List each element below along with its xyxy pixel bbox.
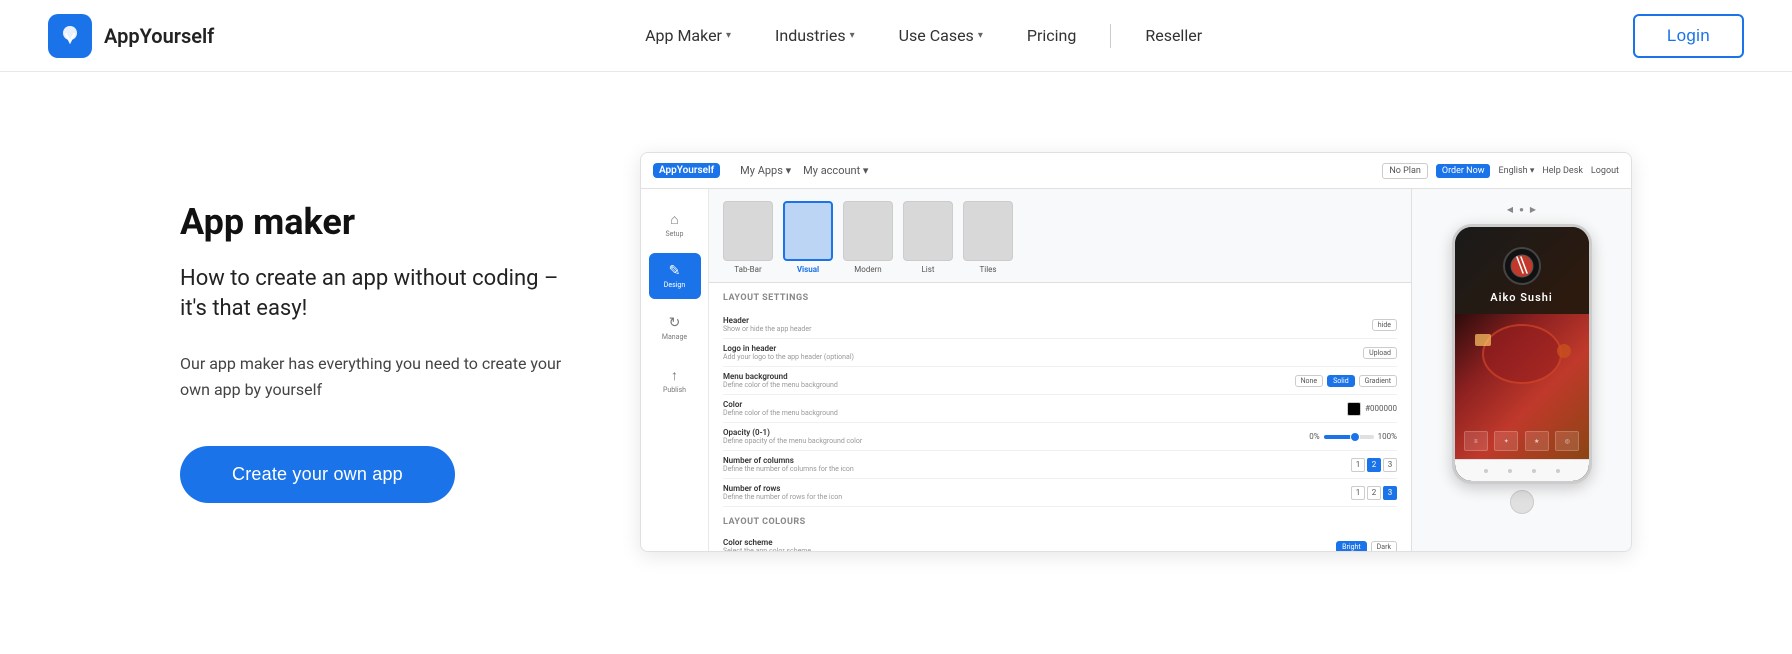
- app-screenshot: AppYourself My Apps ▾ My account ▾ No Pl…: [640, 152, 1632, 552]
- hero-image: AppYourself My Apps ▾ My account ▾ No Pl…: [640, 142, 1632, 562]
- hero-description: Our app maker has everything you need to…: [180, 351, 580, 402]
- cta-button[interactable]: Create your own app: [180, 446, 455, 503]
- sc-themes: Tab-Bar Visual Modern List: [709, 189, 1411, 283]
- header: AppYourself App Maker ▾ Industries ▾ Use…: [0, 0, 1792, 72]
- sc-phone-area: ◀ ● ▶: [1411, 189, 1631, 552]
- brand-name: AppYourself: [104, 24, 214, 48]
- sc-theme-visual: Visual: [783, 201, 833, 274]
- login-button[interactable]: Login: [1633, 14, 1744, 58]
- nav-item-pricing[interactable]: Pricing: [1009, 18, 1095, 53]
- sc-phone-controls: ◀ ● ▶: [1507, 205, 1536, 214]
- sc-setting-opacity: Opacity (0-1) Define opacity of the menu…: [723, 423, 1397, 451]
- sc-setting-header: Header Show or hide the app header hide: [723, 311, 1397, 339]
- nav-item-industries[interactable]: Industries ▾: [757, 18, 873, 53]
- screenshot-center: Tab-Bar Visual Modern List: [709, 189, 1411, 552]
- sc-sidebar-setup: ⌂ Setup: [649, 201, 701, 247]
- screenshot-main: ⌂ Setup ✎ Design ↻ Manage ↑ Publish: [641, 189, 1631, 552]
- sc-setting-menu-bg: Menu background Define color of the menu…: [723, 367, 1397, 395]
- hero-section: App maker How to create an app without c…: [0, 72, 1792, 632]
- chevron-down-icon: ▾: [978, 30, 983, 41]
- phone-logo-area: Aiko Sushi: [1455, 227, 1589, 304]
- nav-divider: [1110, 24, 1111, 48]
- main-nav: App Maker ▾ Industries ▾ Use Cases ▾ Pri…: [214, 18, 1633, 53]
- phone-restaurant-bg: Aiko Sushi: [1455, 227, 1589, 481]
- chevron-down-icon: ▾: [850, 30, 855, 41]
- sc-setting-logo: Logo in header Add your logo to the app …: [723, 339, 1397, 367]
- nav-item-app-maker[interactable]: App Maker ▾: [627, 18, 749, 53]
- sc-topbar-nav: My Apps ▾ My account ▾: [740, 164, 868, 177]
- sc-setting-color-scheme: Color scheme Select the app color scheme…: [723, 533, 1397, 552]
- sc-top-right: No Plan Order Now English ▾ Help Desk Lo…: [1382, 163, 1619, 179]
- phone-mockup: Aiko Sushi: [1452, 224, 1592, 484]
- phone-restaurant-name: Aiko Sushi: [1490, 291, 1552, 304]
- logo-area[interactable]: AppYourself: [48, 14, 214, 58]
- hero-title: App maker: [180, 201, 580, 244]
- screenshot-sidebar: ⌂ Setup ✎ Design ↻ Manage ↑ Publish: [641, 189, 709, 552]
- sc-theme-tiles: Tiles: [963, 201, 1013, 274]
- chevron-down-icon: ▾: [726, 30, 731, 41]
- phone-bottom-bar: [1455, 459, 1589, 481]
- hero-content: App maker How to create an app without c…: [180, 201, 580, 504]
- nav-item-reseller[interactable]: Reseller: [1127, 18, 1220, 53]
- sc-theme-modern: Modern: [843, 201, 893, 274]
- hero-subtitle: How to create an app without coding – it…: [180, 264, 580, 323]
- brand-logo-icon: [48, 14, 92, 58]
- sc-theme-list: List: [903, 201, 953, 274]
- sc-setting-rows: Number of rows Define the number of rows…: [723, 479, 1397, 507]
- sc-sidebar-design: ✎ Design: [649, 253, 701, 299]
- sc-settings-panel: LAYOUT SETTINGS Header Show or hide the …: [709, 283, 1411, 552]
- screenshot-topbar: AppYourself My Apps ▾ My account ▾ No Pl…: [641, 153, 1631, 189]
- phone-screen: Aiko Sushi: [1455, 227, 1589, 481]
- sc-setting-columns: Number of columns Define the number of c…: [723, 451, 1397, 479]
- sc-sidebar-publish: ↑ Publish: [649, 357, 701, 403]
- sc-setting-color: Color Define color of the menu backgroun…: [723, 395, 1397, 423]
- nav-item-use-cases[interactable]: Use Cases ▾: [881, 18, 1001, 53]
- sc-sidebar-manage: ↻ Manage: [649, 305, 701, 351]
- sc-theme-tabbar: Tab-Bar: [723, 201, 773, 274]
- sc-logo: AppYourself: [653, 163, 720, 178]
- phone-home-button: [1510, 490, 1534, 514]
